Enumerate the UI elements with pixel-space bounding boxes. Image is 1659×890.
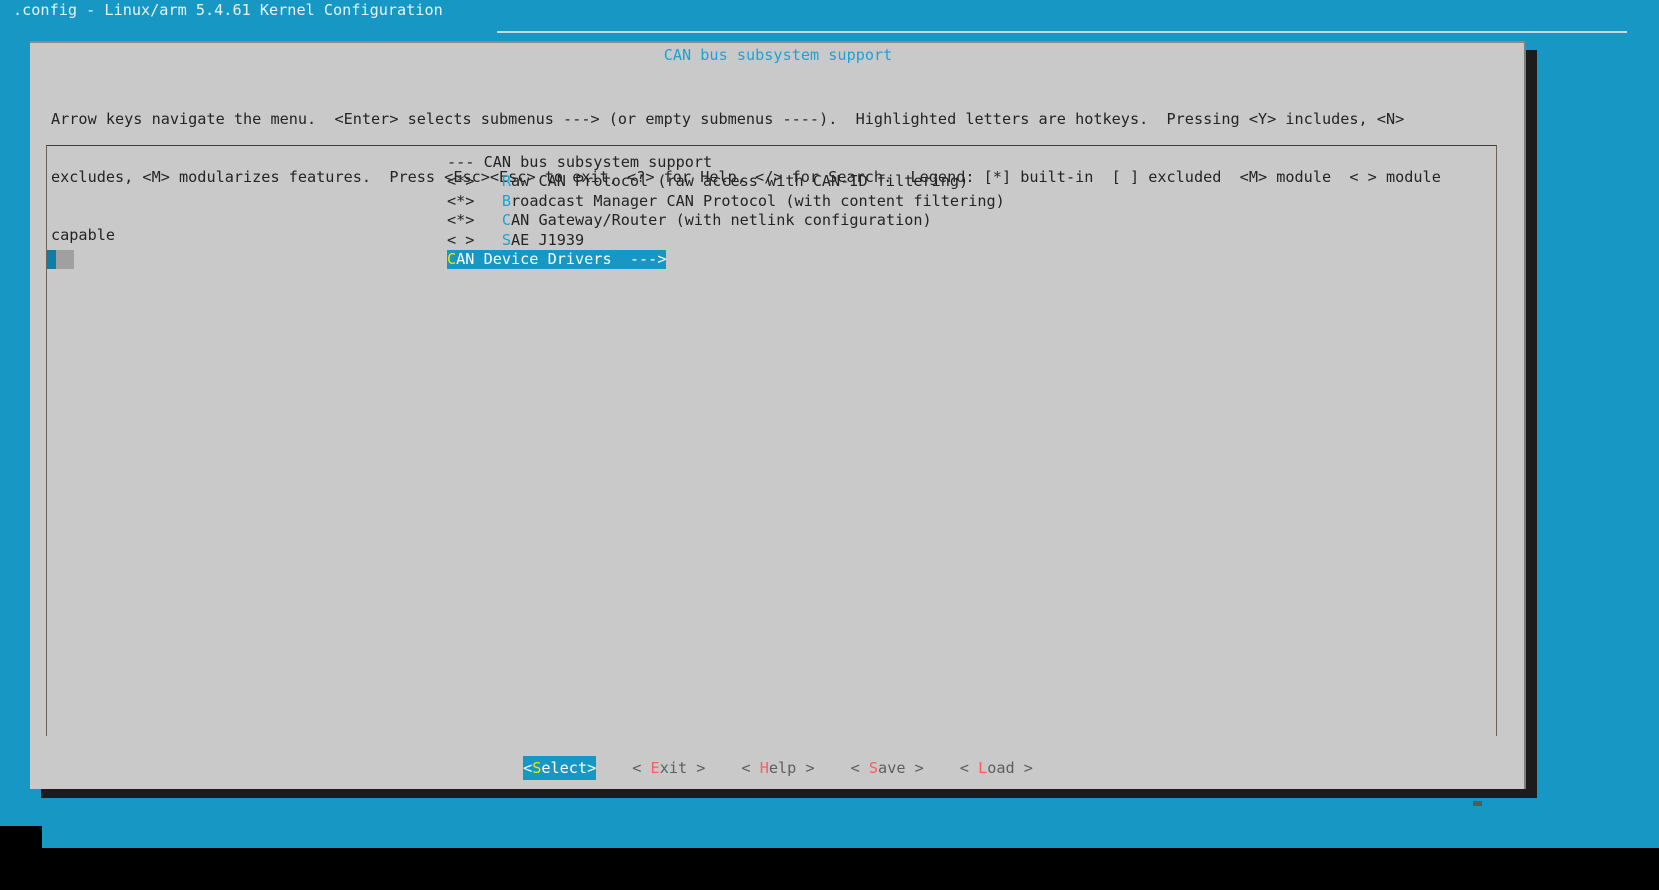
help-button-label: elp > xyxy=(768,759,815,777)
dialog-right-edge xyxy=(1524,41,1526,789)
load-button-prefix: < xyxy=(959,759,979,777)
item-tag: <*> xyxy=(447,191,475,210)
item-hotkey: C xyxy=(501,211,512,230)
help-button-prefix: < xyxy=(741,759,760,777)
cursor-shadow xyxy=(56,249,74,270)
item-tag: <*> xyxy=(447,211,475,230)
save-button-label: ave > xyxy=(878,759,924,777)
item-tag: <*> xyxy=(447,172,475,191)
save-button[interactable]: < Save > xyxy=(851,756,924,780)
scrollbar-nub[interactable] xyxy=(1473,801,1482,806)
button-bar: <Select> < Exit > < Help > < Save > < Load > xyxy=(30,756,1526,780)
list-item[interactable]: <*> CAN Gateway/Router (with netlink con… xyxy=(47,211,1496,230)
item-label: roadcast Manager CAN Protocol (with cont… xyxy=(511,191,1005,210)
help-button[interactable]: < Help > xyxy=(741,756,814,780)
item-gap xyxy=(474,192,501,210)
terminal-bottom-band xyxy=(0,848,1659,890)
item-hotkey: C xyxy=(447,249,457,268)
dialog-title: CAN bus subsystem support xyxy=(663,46,893,64)
help-button-hotkey: H xyxy=(759,759,769,777)
header: .config - Linux/arm 5.4.61 Kernel Config… xyxy=(0,0,1659,61)
list-item[interactable]: <*> Broadcast Manager CAN Protocol (with… xyxy=(47,192,1496,211)
item-hotkey: S xyxy=(501,230,512,249)
breadcrumb-rule xyxy=(497,31,1627,33)
item-hotkey: B xyxy=(501,191,512,210)
load-button-label: oad > xyxy=(987,759,1033,777)
exit-button-hotkey: E xyxy=(650,759,660,777)
item-gap xyxy=(474,231,501,249)
menu-list: --- CAN bus subsystem support <*> Raw CA… xyxy=(47,153,1496,270)
item-label: AN Gateway/Router (with netlink configur… xyxy=(511,211,932,230)
terminal-left-gutter xyxy=(0,826,42,890)
help-line-1: Arrow keys navigate the menu. <Enter> se… xyxy=(51,109,1405,128)
select-button-prefix: < xyxy=(523,759,533,777)
menu-listbox[interactable]: --- CAN bus subsystem support <*> Raw CA… xyxy=(46,145,1497,806)
item-label: AE J1939 xyxy=(511,230,585,249)
save-button-prefix: < xyxy=(850,759,869,777)
item-gap xyxy=(474,211,501,229)
selection-gutter xyxy=(47,249,447,270)
selected-item-highlight[interactable]: CAN Device Drivers ---> xyxy=(447,249,667,270)
item-tag: < > xyxy=(447,230,475,249)
select-button-label: elect> xyxy=(541,759,597,777)
exit-button-label: xit > xyxy=(659,759,706,777)
cursor-marker xyxy=(47,249,56,270)
load-button-hotkey: L xyxy=(978,759,988,777)
list-item-selected[interactable]: CAN Device Drivers ---> xyxy=(47,249,1496,270)
list-item: --- CAN bus subsystem support xyxy=(47,153,1496,172)
list-item[interactable]: < > SAE J1939 xyxy=(47,231,1496,250)
list-item[interactable]: <*> Raw CAN Protocol (raw access with CA… xyxy=(47,172,1496,191)
menu-dialog: CAN bus subsystem support Arrow keys nav… xyxy=(30,41,1526,806)
exit-button-prefix: < xyxy=(632,759,651,777)
config-title: .config - Linux/arm 5.4.61 Kernel Config… xyxy=(13,1,443,19)
item-label: AN Device Drivers ---> xyxy=(456,249,667,268)
save-button-hotkey: S xyxy=(868,759,879,777)
exit-button[interactable]: < Exit > xyxy=(632,756,705,780)
select-button-hotkey: S xyxy=(532,759,542,777)
item-hotkey: R xyxy=(501,172,512,191)
breadcrumb: > Networking support > CAN bus subsystem… xyxy=(0,21,1659,61)
item-label: CAN bus subsystem support xyxy=(474,153,713,171)
item-gap xyxy=(474,172,501,190)
load-button[interactable]: < Load > xyxy=(960,756,1033,780)
terminal-window: .config - Linux/arm 5.4.61 Kernel Config… xyxy=(0,0,1659,890)
select-button[interactable]: <Select> xyxy=(523,756,597,780)
item-label: aw CAN Protocol (raw access with CAN-ID … xyxy=(511,172,969,191)
dialog-top-edge xyxy=(30,41,1526,43)
item-tag: --- xyxy=(447,153,475,171)
